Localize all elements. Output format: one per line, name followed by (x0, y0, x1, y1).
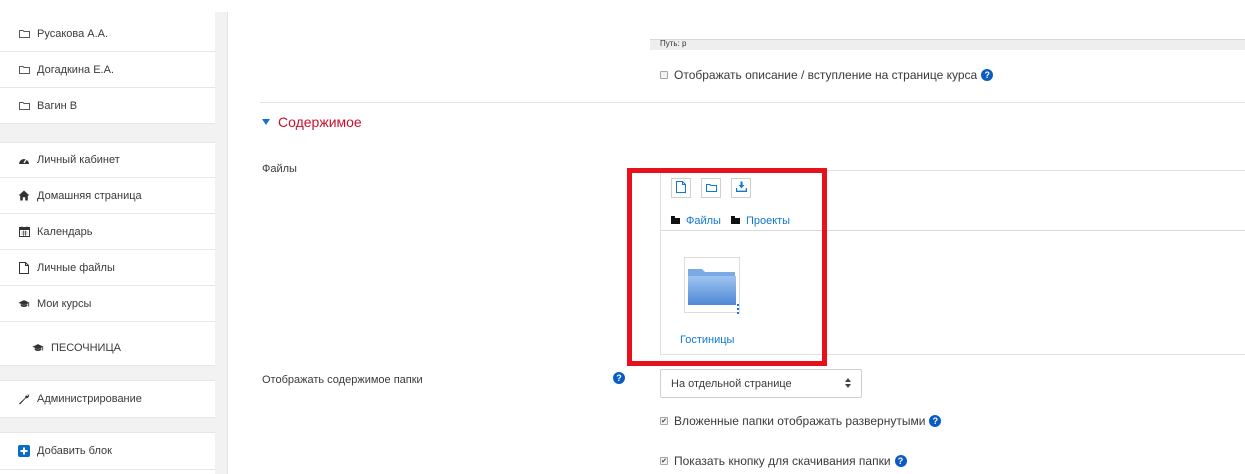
sidebar-item-label: Календарь (37, 225, 93, 238)
folder-icon (18, 64, 30, 76)
show-description-checkbox[interactable] (660, 71, 668, 79)
sidebar-item-label: Администрирование (37, 393, 142, 405)
sidebar-item-label: Домашняя страница (37, 189, 142, 202)
sidebar-item-rusakova[interactable]: Русакова А.А. (0, 16, 215, 52)
sidebar-item-home[interactable]: Домашняя страница (0, 178, 215, 214)
folder-icon (18, 28, 30, 40)
sidebar-item-sandbox-course[interactable]: ПЕСОЧНИЦА (0, 330, 215, 366)
sidebar-gap (0, 124, 215, 142)
add-block-button[interactable]: Добавить блок (0, 432, 215, 470)
sidebar-item-label: Личные файлы (37, 261, 115, 274)
show-description-label: Отображать описание / вступление на стра… (674, 68, 978, 82)
help-icon[interactable]: ? (929, 415, 942, 427)
home-icon (18, 190, 30, 202)
help-icon[interactable]: ? (894, 455, 907, 467)
sidebar-scroll-rail (215, 12, 227, 474)
show-download-label: Показать кнопку для скачивания папки (674, 454, 891, 468)
sidebar-item-label: ПЕСОЧНИЦА (51, 341, 121, 354)
sidebar-item-label: Добавить блок (37, 445, 112, 457)
graduation-cap-icon (18, 298, 30, 310)
sidebar-item-dogadkina[interactable]: Догадкина Е.А. (0, 52, 215, 88)
sidebar-item-label: Догадкина Е.А. (37, 63, 114, 76)
sidebar-item-administration[interactable]: Администрирование (0, 380, 215, 418)
display-mode-value: На отдельной странице (671, 377, 792, 390)
sidebar-item-dashboard[interactable]: Личный кабинет (0, 142, 215, 178)
sidebar-item-label: Русакова А.А. (37, 27, 109, 40)
expand-subfolders-option: ✔ Вложенные папки отображать развернутым… (660, 414, 942, 428)
expand-subfolders-checkbox[interactable]: ✔ (660, 417, 668, 425)
section-divider (260, 102, 1245, 103)
sidebar-item-label: Личный кабинет (37, 154, 120, 166)
calendar-icon (18, 226, 30, 238)
help-icon[interactable]: ? (613, 372, 625, 384)
section-content-header[interactable]: Содержимое (262, 114, 362, 130)
collapse-triangle-icon (262, 119, 270, 125)
dashboard-icon (18, 154, 30, 166)
graduation-cap-icon (32, 342, 44, 354)
sidebar-item-label: Вагин В (37, 99, 78, 112)
show-description-option: Отображать описание / вступление на стра… (660, 68, 994, 82)
sidebar-gap (0, 366, 215, 380)
editor-path-label: Путь: p (660, 39, 687, 48)
sidebar-item-private-files[interactable]: Личные файлы (0, 250, 215, 286)
section-title: Содержимое (278, 114, 362, 130)
highlight-annotation-box (627, 168, 827, 366)
expand-subfolders-label: Вложенные папки отображать развернутыми (674, 414, 926, 428)
wrench-icon (18, 393, 30, 405)
file-icon (18, 261, 30, 274)
sidebar-gap (0, 418, 215, 432)
sidebar-item-vagin[interactable]: Вагин В (0, 88, 215, 124)
sidebar-divider (227, 12, 228, 474)
plus-square-icon (18, 445, 30, 457)
show-download-checkbox[interactable]: ✔ (660, 457, 668, 465)
sidebar-item-my-courses[interactable]: Мои курсы (0, 286, 215, 322)
show-download-option: ✔ Показать кнопку для скачивания папки ? (660, 454, 907, 468)
sidebar-item-calendar[interactable]: Календарь (0, 214, 215, 250)
display-mode-select[interactable]: На отдельной странице (660, 369, 862, 398)
sidebar-item-label: Мои курсы (37, 297, 92, 310)
display-content-label: Отображать содержимое папки (262, 374, 423, 386)
files-label: Файлы (262, 163, 297, 175)
select-caret-icon (845, 378, 851, 388)
folder-icon (18, 100, 30, 112)
help-icon[interactable]: ? (981, 69, 994, 81)
editor-path-bar (650, 39, 1245, 50)
